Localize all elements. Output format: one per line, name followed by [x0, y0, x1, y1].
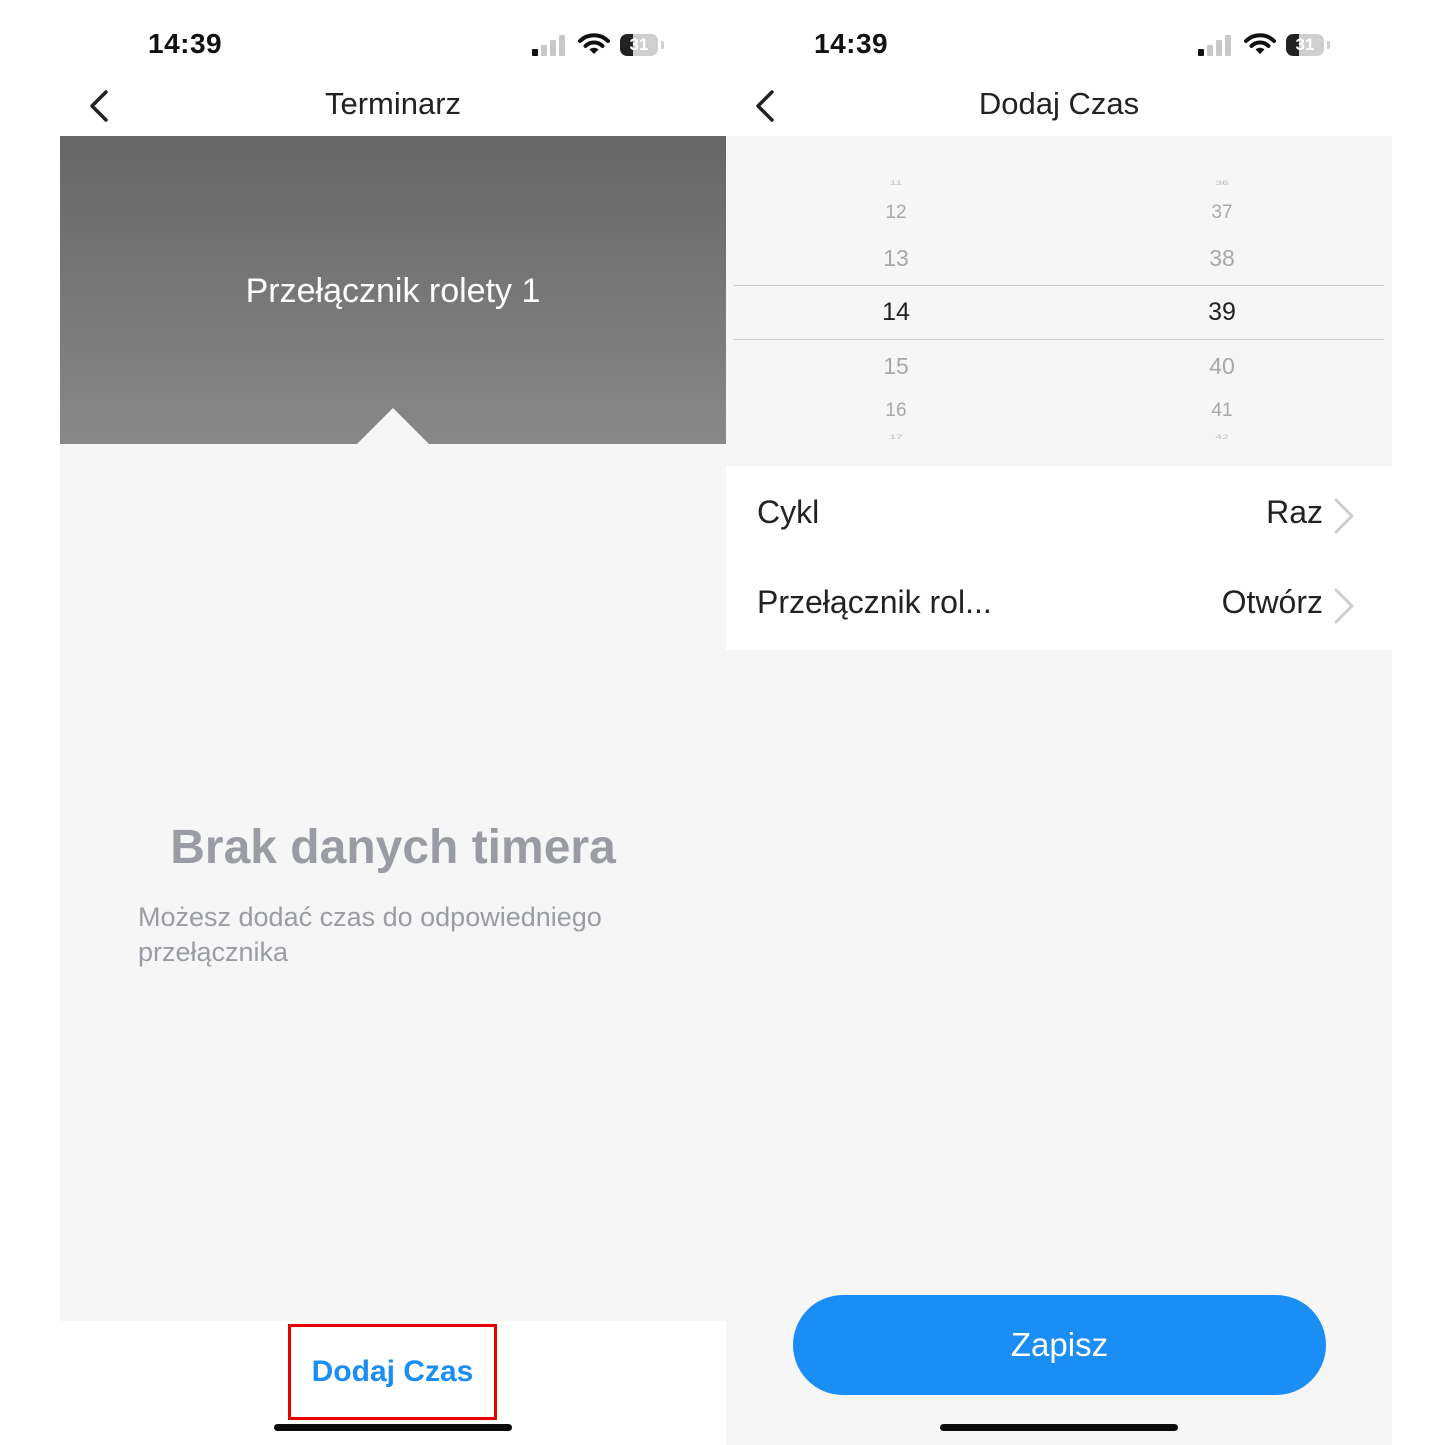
save-button[interactable]: Zapisz [793, 1295, 1326, 1395]
minute-option[interactable]: 42 [1162, 434, 1282, 441]
minute-wheel[interactable]: 36 37 38 39 40 41 42 [1162, 136, 1282, 466]
wifi-icon [578, 33, 610, 54]
hour-option[interactable]: 15 [836, 353, 956, 380]
selected-minute[interactable]: 39 [1162, 298, 1282, 327]
bottom-action-bar: Dodaj Czas [60, 1321, 726, 1445]
cycle-label: Cykl [757, 494, 820, 530]
hour-option[interactable]: 17 [836, 434, 956, 441]
minute-option[interactable]: 41 [1162, 400, 1282, 422]
hour-option[interactable]: 11 [836, 180, 956, 187]
chevron-right-icon [1334, 588, 1354, 624]
status-time: 14:39 [814, 28, 889, 59]
picker-selection-line-bottom [734, 339, 1384, 340]
cellular-signal-icon [532, 34, 566, 56]
hour-option[interactable]: 12 [836, 202, 956, 224]
add-time-button[interactable]: Dodaj Czas [288, 1324, 497, 1420]
page-title: Dodaj Czas [978, 86, 1140, 121]
page-title: Terminarz [324, 86, 462, 121]
battery-icon: 31 [1286, 34, 1330, 56]
hour-option[interactable]: 13 [836, 245, 956, 272]
status-time: 14:39 [148, 28, 223, 59]
wifi-icon [1244, 33, 1276, 54]
settings-list: Cykl Raz Przełącznik rol... Otwórz [726, 466, 1392, 650]
time-picker: 11 12 13 14 15 16 17 36 37 38 39 40 41 4… [726, 136, 1392, 466]
battery-level: 31 [629, 35, 649, 54]
cycle-row[interactable]: Cykl Raz [726, 468, 1392, 560]
chevron-right-icon [1334, 498, 1354, 534]
pointer-triangle [357, 408, 429, 444]
minute-option[interactable]: 38 [1162, 245, 1282, 272]
empty-state-description: Możesz dodać czas do odpowiedniego przeł… [138, 902, 602, 967]
minute-option[interactable]: 37 [1162, 202, 1282, 224]
cycle-value: Raz [1266, 494, 1323, 530]
status-bar: 14:39 31 [726, 0, 1392, 80]
navigation-bar: Dodaj Czas [726, 80, 1392, 136]
hour-wheel[interactable]: 11 12 13 14 15 16 17 [836, 136, 956, 466]
battery-level: 31 [1295, 35, 1315, 54]
status-bar: 14:39 31 [60, 0, 726, 80]
device-header: Przełącznik rolety 1 [60, 136, 726, 444]
switch-action-value: Otwórz [1221, 584, 1323, 620]
switch-action-label: Przełącznik rol... [757, 584, 992, 620]
home-indicator [274, 1424, 512, 1431]
empty-state: Brak danych timera Możesz dodać czas do … [60, 444, 726, 1321]
battery-icon: 31 [620, 34, 664, 56]
selected-hour[interactable]: 14 [836, 298, 956, 327]
add-time-screen: 14:39 31 Dodaj Czas 11 12 13 14 15 16 17… [726, 0, 1392, 1445]
minute-option[interactable]: 36 [1162, 180, 1282, 187]
hour-option[interactable]: 16 [836, 400, 956, 422]
picker-selection-line-top [734, 285, 1384, 286]
device-name: Przełącznik rolety 1 [245, 272, 541, 310]
navigation-bar: Terminarz [60, 80, 726, 136]
switch-action-row[interactable]: Przełącznik rol... Otwórz [726, 558, 1392, 650]
home-indicator [940, 1424, 1178, 1431]
minute-option[interactable]: 40 [1162, 353, 1282, 380]
schedule-screen: 14:39 31 Terminarz Przełącznik rolety 1 [60, 0, 726, 1445]
empty-state-title: Brak danych timera [170, 821, 616, 874]
cellular-signal-icon [1198, 34, 1232, 56]
